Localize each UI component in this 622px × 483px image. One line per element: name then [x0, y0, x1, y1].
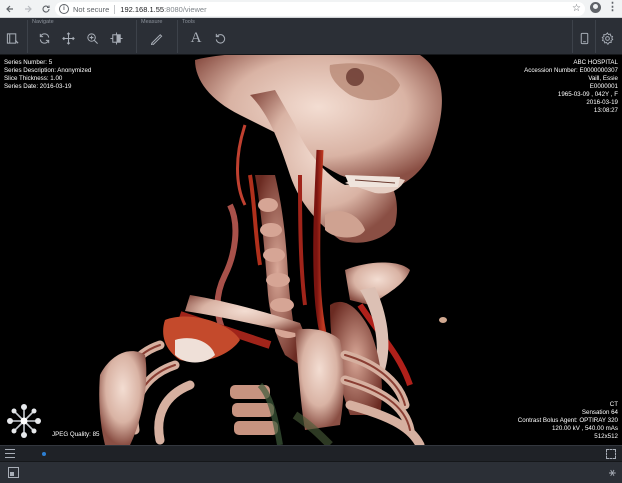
- measure-group-label: Measure: [141, 19, 163, 25]
- modality: CT: [609, 401, 618, 408]
- patient-dob-age-sex: 1965-03-09 , 042Y , F: [557, 91, 618, 98]
- arrow-left-icon: [6, 5, 13, 12]
- text-annotation-icon: A: [190, 29, 202, 46]
- pan-move-icon: [61, 31, 75, 45]
- slice-thickness: Slice Thickness: 1.00: [4, 75, 63, 82]
- window-level-icon: [109, 31, 123, 45]
- viewer-toolbar: Navigate Measure Tools A: [0, 18, 622, 55]
- window-level-button[interactable]: [107, 29, 125, 47]
- navigate-group-label: Navigate: [32, 19, 54, 25]
- settings-button[interactable]: [598, 29, 616, 47]
- matrix-size: 512x512: [594, 433, 618, 440]
- reload-button[interactable]: [38, 1, 54, 17]
- ruler-pencil-icon: [150, 33, 162, 45]
- security-label: Not secure: [73, 4, 110, 14]
- url-path: :8080/viewer: [164, 4, 207, 14]
- reset-button[interactable]: [211, 29, 229, 47]
- jpeg-quality: JPEG Quality: 85: [52, 431, 100, 438]
- pan-button[interactable]: [59, 29, 77, 47]
- overlay-top-left: Series Number: 5 Series Description: Ano…: [4, 59, 91, 91]
- study-date: 2016-03-19: [586, 99, 618, 106]
- browser-bar: i Not secure 192.168.1.55:8080/viewer ☆ …: [0, 0, 622, 18]
- zoom-icon: [86, 32, 98, 44]
- series-date: Series Date: 2016-03-19: [4, 83, 72, 90]
- magic-wand-icon[interactable]: ⚹: [609, 465, 616, 480]
- navigate-group: Navigate: [28, 18, 136, 55]
- arrow-right-icon: [25, 5, 32, 12]
- url-separator: [114, 4, 116, 14]
- patient-name: Vaill, Essie: [588, 75, 618, 82]
- overlay-top-right: ABC HOSPITAL Accession Number: E00000003…: [524, 59, 618, 115]
- scanner-model: Sensation 64: [581, 409, 618, 416]
- layout-icon[interactable]: [8, 467, 19, 478]
- series-number: Series Number: 5: [4, 59, 53, 66]
- forward-button[interactable]: [20, 1, 36, 17]
- overlay-bottom-right: CT Sensation 64 Contrast Bolus Agent: OP…: [518, 401, 618, 441]
- reload-icon: [42, 5, 50, 13]
- slice-slider-handle[interactable]: [42, 452, 46, 456]
- orientation-cube-icon[interactable]: [6, 403, 42, 439]
- institution-name: ABC HOSPITAL: [573, 59, 618, 66]
- series-description: Series Description: Anonymized: [4, 67, 92, 74]
- browser-right-icons: ⋮: [590, 2, 618, 13]
- tools-group-label: Tools: [182, 19, 195, 25]
- ruler-button[interactable]: [147, 29, 165, 47]
- tablet-report-icon: [580, 32, 588, 44]
- series-panel-icon: [6, 32, 18, 44]
- menu-kebab-icon[interactable]: ⋮: [607, 2, 618, 13]
- rotate-icon: [39, 32, 49, 44]
- rotate-button[interactable]: [35, 29, 53, 47]
- viewport-footer-bar: [0, 445, 622, 461]
- back-button[interactable]: [2, 1, 18, 17]
- hamburger-menu-icon[interactable]: [5, 449, 15, 458]
- reset-undo-icon: [215, 33, 225, 44]
- contrast-agent: Contrast Bolus Agent: OPTIRAY 320: [517, 417, 618, 424]
- bookmark-star-icon[interactable]: ☆: [572, 3, 581, 14]
- zoom-button[interactable]: [83, 29, 101, 47]
- accession-number: Accession Number: E0000000307: [524, 67, 618, 74]
- kv-mas: 120.00 kV , 540.00 mAs: [551, 425, 618, 432]
- toolbar-divider: [595, 20, 596, 53]
- series-panel-button[interactable]: [3, 29, 21, 47]
- study-time: 13:08:27: [593, 107, 618, 114]
- image-viewport[interactable]: Series Number: 5 Series Description: Ano…: [0, 55, 622, 445]
- fullscreen-icon[interactable]: [606, 449, 616, 459]
- annotate-text-button[interactable]: A: [187, 29, 205, 47]
- measure-group: Measure: [137, 18, 177, 55]
- address-bar[interactable]: i Not secure 192.168.1.55:8080/viewer ☆: [55, 2, 585, 16]
- report-button[interactable]: [575, 29, 593, 47]
- patient-id: E0000001: [589, 83, 618, 90]
- account-icon[interactable]: [590, 2, 601, 13]
- toolbar-divider: [572, 20, 573, 53]
- url-host: 192.168.1.55: [120, 4, 165, 14]
- gear-icon: [601, 31, 613, 45]
- bottom-toolbar: ⚹: [0, 461, 622, 483]
- info-icon[interactable]: i: [59, 4, 69, 14]
- tools-group: Tools A: [178, 18, 238, 55]
